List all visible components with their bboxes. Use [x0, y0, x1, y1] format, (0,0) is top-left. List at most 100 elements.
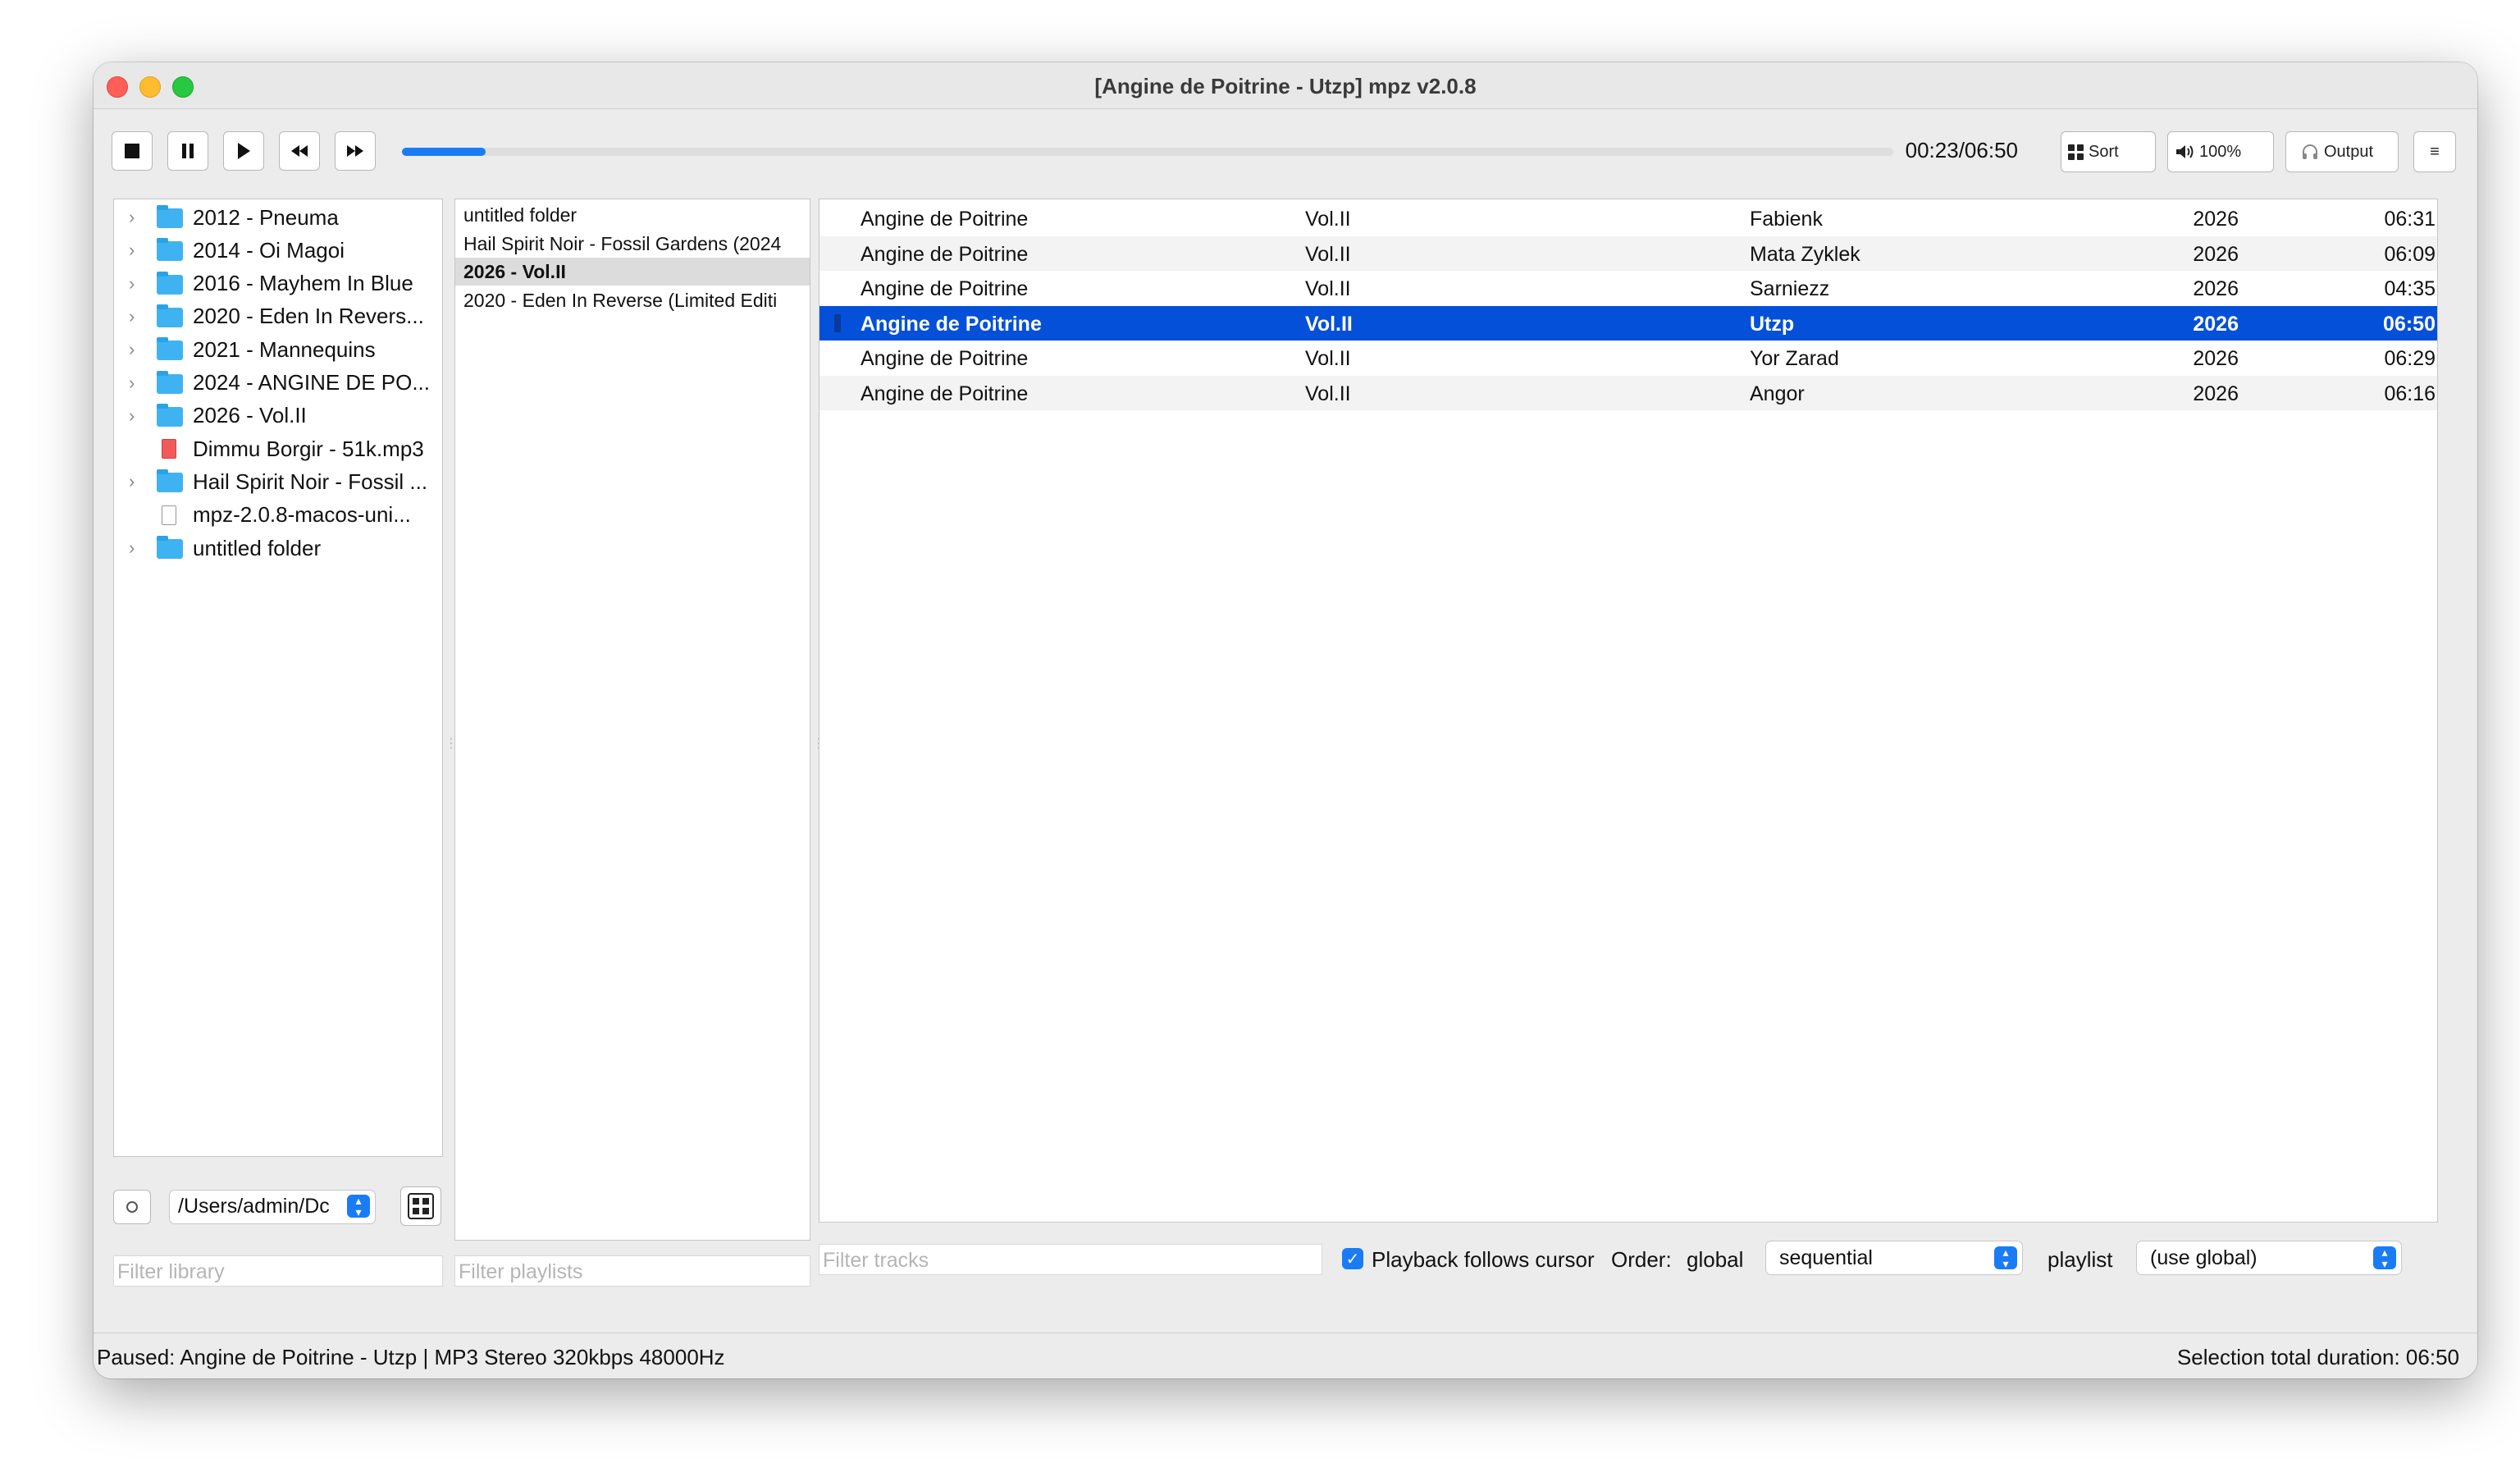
library-item[interactable]: › 2026 - Vol.II [114, 400, 442, 432]
playlist-item[interactable]: 2020 - Eden In Reverse (Limited Editi [455, 286, 810, 314]
library-item[interactable]: › 2014 - Oi Magoi [114, 234, 442, 267]
library-path: /Users/admin/Dc [178, 1195, 330, 1218]
track-artist: Angine de Poitrine [861, 312, 1042, 336]
folder-icon [157, 304, 183, 327]
filter-playlists-input[interactable]: Filter playlists [454, 1255, 810, 1287]
track-duration: 06:16 [2384, 382, 2436, 405]
chevron-right-icon[interactable]: › [129, 405, 140, 427]
window-title: [Angine de Poitrine - Utzp] mpz v2.0.8 [1094, 74, 1477, 98]
track-duration: 06:29 [2384, 347, 2436, 371]
folder-icon [157, 271, 183, 295]
track-duration: 06:31 [2384, 208, 2436, 231]
chevron-right-icon[interactable]: › [129, 306, 140, 327]
library-item[interactable]: › 2024 - ANGINE DE PO... [114, 367, 442, 400]
seek-bar[interactable] [402, 148, 1893, 156]
library-item-label: 2012 - Pneuma [193, 204, 339, 230]
filter-playlists-placeholder: Filter playlists [459, 1260, 583, 1283]
playlist-item[interactable]: Hail Spirit Noir - Fossil Gardens (2024 [455, 230, 810, 258]
chevron-right-icon[interactable]: › [129, 537, 140, 559]
track-row[interactable]: Angine de Poitrine Vol.II Angor 2026 06:16 [819, 376, 2437, 410]
library-item[interactable]: › 2021 - Mannequins [114, 333, 442, 366]
previous-button[interactable] [279, 131, 320, 171]
volume-button[interactable]: 100% [2167, 131, 2274, 172]
gear-icon [126, 1201, 138, 1213]
filter-library-input[interactable]: Filter library [113, 1255, 443, 1287]
chevron-updown-icon: ▴ ▾ [1994, 1246, 2017, 1269]
output-button[interactable]: Output [2285, 131, 2399, 172]
library-item-label: Hail Spirit Noir - Fossil ... [193, 469, 428, 494]
playlist-item[interactable]: untitled folder [455, 201, 810, 229]
folder-icon [157, 238, 183, 262]
follows-cursor-label: Playback follows cursor [1372, 1247, 1595, 1272]
track-year: 2026 [2193, 347, 2239, 371]
filter-tracks-placeholder: Filter tracks [823, 1249, 929, 1272]
track-artist: Angine de Poitrine [861, 347, 1029, 371]
track-album: Vol.II [1305, 382, 1351, 405]
library-item[interactable]: Dimmu Borgir - 51k.mp3 [114, 432, 442, 465]
follows-cursor-checkbox[interactable]: ✓ [1342, 1248, 1363, 1269]
chevron-updown-icon: ▴ ▾ [2373, 1246, 2396, 1269]
track-list[interactable]: Angine de Poitrine Vol.II Fabienk 2026 06:31… [819, 199, 2438, 1223]
chevron-right-icon[interactable]: › [129, 207, 140, 228]
menu-button[interactable]: ≡ [2413, 131, 2456, 172]
folder-icon [157, 403, 183, 427]
headphones-icon [2303, 144, 2317, 159]
track-year: 2026 [2193, 382, 2239, 405]
track-album: Vol.II [1305, 347, 1351, 371]
playlist-list[interactable]: untitled folder Hail Spirit Noir - Fossil… [454, 199, 810, 1241]
pause-button[interactable] [167, 131, 208, 171]
track-title: Yor Zarad [1750, 347, 1839, 371]
playback-status: Paused: Angine de Poitrine - Utzp | MP3 … [97, 1345, 725, 1369]
playlist-order-select[interactable]: (use global) ▴ ▾ [2136, 1241, 2402, 1275]
library-splitter[interactable] [445, 735, 450, 747]
stop-icon [125, 144, 139, 158]
chevron-right-icon[interactable]: › [129, 240, 140, 261]
library-path-select[interactable]: /Users/admin/Dc ▴ ▾ [169, 1190, 376, 1224]
next-button[interactable] [335, 131, 376, 171]
chevron-updown-icon: ▴ ▾ [347, 1195, 370, 1218]
track-row[interactable]: Angine de Poitrine Vol.II Fabienk 2026 06:31 [819, 201, 2437, 235]
playlist-splitter[interactable] [812, 735, 817, 747]
library-settings-button[interactable] [113, 1190, 151, 1224]
folder-icon [157, 205, 183, 228]
track-title: Sarniezz [1750, 277, 1830, 301]
app-window: [Angine de Poitrine - Utzp] mpz v2.0.8 0… [94, 62, 2477, 1378]
library-item-label: 2024 - ANGINE DE PO... [193, 370, 430, 395]
library-item[interactable]: › Hail Spirit Noir - Fossil ... [114, 465, 442, 498]
track-title: Utzp [1750, 312, 1795, 336]
audio-file-icon [162, 439, 176, 459]
track-row[interactable]: Angine de Poitrine Vol.II Sarniezz 2026 04:3… [819, 271, 2437, 305]
play-button[interactable] [223, 131, 264, 171]
hamburger-icon: ≡ [2430, 142, 2440, 161]
playlist-item[interactable]: 2026 - Vol.II [455, 258, 810, 286]
library-item[interactable]: › 2020 - Eden In Revers... [114, 300, 442, 333]
library-item[interactable]: mpz-2.0.8-macos-uni... [114, 499, 442, 532]
global-order-select[interactable]: sequential ▴ ▾ [1765, 1241, 2023, 1275]
track-year: 2026 [2193, 277, 2239, 301]
stop-button[interactable] [112, 131, 153, 171]
sort-button[interactable]: Sort [2061, 131, 2156, 172]
filter-library-placeholder: Filter library [117, 1260, 225, 1283]
chevron-right-icon[interactable]: › [129, 273, 140, 295]
library-grid-button[interactable] [400, 1186, 441, 1226]
library-item-label: 2014 - Oi Magoi [193, 237, 345, 263]
rewind-icon [291, 145, 308, 157]
library-tree[interactable]: › 2012 - Pneuma › 2014 - Oi Magoi › 2016 - Ma… [113, 199, 443, 1157]
track-row[interactable]: Angine de Poitrine Vol.II Yor Zarad 2026 06:… [819, 341, 2437, 375]
chevron-right-icon[interactable]: › [129, 339, 140, 360]
grid-icon [408, 1193, 434, 1219]
track-row[interactable]: Angine de Poitrine Vol.II Mata Zyklek 2026 0… [819, 235, 2437, 271]
filter-tracks-input[interactable]: Filter tracks [819, 1244, 1322, 1275]
chevron-right-icon[interactable]: › [129, 373, 140, 394]
grid-icon [2068, 144, 2084, 160]
chevron-right-icon[interactable]: › [129, 471, 140, 492]
track-row[interactable]: Angine de Poitrine Vol.II Utzp 2026 06:50 [819, 305, 2437, 341]
track-title: Fabienk [1750, 208, 1823, 231]
volume-label: 100% [2199, 142, 2242, 161]
library-item[interactable]: › 2012 - Pneuma [114, 201, 442, 234]
library-item[interactable]: › untitled folder [114, 532, 442, 565]
track-duration: 06:50 [2383, 312, 2436, 336]
track-artist: Angine de Poitrine [861, 277, 1029, 301]
library-item[interactable]: › 2016 - Mayhem In Blue [114, 267, 442, 300]
track-year: 2026 [2193, 242, 2239, 266]
